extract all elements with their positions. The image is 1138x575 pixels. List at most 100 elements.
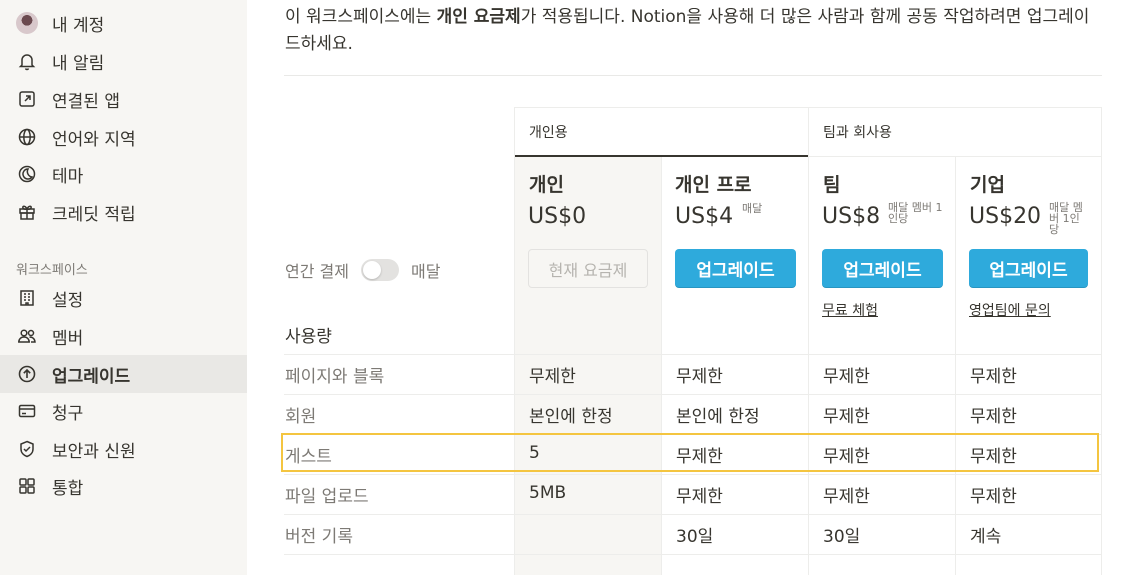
table-cell: 무제한 [823, 367, 870, 387]
plan-name-personal-pro: 개인 프로 [675, 174, 752, 196]
sidebar-item-billing[interactable]: 청구 [0, 392, 247, 430]
globe-icon [16, 126, 38, 148]
upgrade-enterprise-button[interactable]: 업그레이드 [969, 249, 1088, 288]
billing-annual-label: 연간 결제 [285, 262, 349, 281]
table-cell: 무제한 [970, 447, 1017, 467]
divider [284, 75, 1102, 76]
billing-monthly-label: 매달 [410, 262, 441, 281]
divider [1101, 107, 1102, 575]
table-cell: 계속 [970, 527, 1002, 547]
moon-icon [16, 163, 38, 185]
table-cell: 무제한 [823, 447, 870, 467]
credit-card-icon [16, 400, 38, 422]
active-group-underline [515, 155, 808, 157]
plan-unit-personal-pro: 매달 [742, 202, 763, 215]
plan-unit-enterprise: 매달 멤버 1인당 [1049, 201, 1083, 236]
sidebar-item-settings[interactable]: 설정 [0, 279, 247, 317]
plan-price-free: US$0 [528, 204, 587, 229]
table-cell: 5 [529, 443, 540, 463]
table-cell: 무제한 [823, 487, 870, 507]
sidebar-item-label: 청구 [52, 403, 84, 424]
table-cell: 본인에 한정 [529, 407, 613, 427]
divider [284, 474, 1102, 475]
table-cell: 5MB [529, 483, 567, 503]
row-label-version-history: 버전 기록 [285, 527, 353, 547]
table-cell: 30일 [823, 527, 861, 547]
billing-period-toggle: 연간 결제 매달 [285, 259, 440, 281]
sidebar-item-label: 멤버 [52, 328, 84, 349]
table-cell: 무제한 [676, 367, 723, 387]
plan-price-team: US$8 [822, 204, 881, 229]
sidebar-item-notifications[interactable]: 내 알림 [0, 42, 247, 80]
sidebar-item-connected-apps[interactable]: 연결된 앱 [0, 80, 247, 118]
group-tab-team[interactable]: 팀과 회사용 [823, 122, 892, 142]
intro-current-plan: 개인 요금제 [436, 7, 521, 27]
upgrade-personal-pro-button[interactable]: 업그레이드 [675, 249, 796, 288]
plan-name-free: 개인 [529, 174, 564, 196]
usage-section-title: 사용량 [285, 327, 332, 347]
divider [284, 354, 1102, 355]
row-label-guests: 게스트 [285, 447, 332, 467]
sidebar-item-theme[interactable]: 테마 [0, 155, 247, 193]
sidebar-item-label: 내 알림 [52, 53, 105, 74]
sidebar-item-label: 설정 [52, 290, 84, 311]
gift-icon [16, 201, 38, 223]
sidebar-item-label: 크레딧 적립 [52, 204, 136, 225]
table-cell: 무제한 [823, 407, 870, 427]
sidebar-item-label: 내 계정 [52, 15, 105, 36]
grid-icon [16, 475, 38, 497]
row-label-members: 회원 [285, 407, 317, 427]
divider [514, 107, 515, 575]
avatar [16, 12, 38, 34]
billing-toggle-switch[interactable] [360, 259, 399, 281]
sidebar-item-label: 언어와 지역 [52, 129, 136, 150]
sidebar-item-my-account[interactable]: 내 계정 [0, 4, 247, 42]
divider [284, 554, 1102, 555]
sidebar-item-security[interactable]: 보안과 신원 [0, 430, 247, 468]
sidebar-item-upgrade[interactable]: 업그레이드 [0, 355, 247, 393]
shield-icon [16, 438, 38, 460]
plan-price-personal-pro: US$4 [675, 204, 734, 229]
external-link-icon [16, 88, 38, 110]
table-cell: 무제한 [970, 407, 1017, 427]
contact-sales-link[interactable]: 영업팀에 문의 [969, 300, 1051, 320]
table-cell: 무제한 [676, 487, 723, 507]
upgrade-team-button[interactable]: 업그레이드 [822, 249, 943, 288]
divider [284, 514, 1102, 515]
settings-sidebar: 내 계정 내 알림 연결된 앱 언어와 지역 테마 크레딧 적립 워크스페이스 [0, 0, 247, 575]
divider [661, 156, 662, 575]
row-label-pages-blocks: 페이지와 블록 [285, 367, 385, 387]
table-cell: 무제한 [676, 447, 723, 467]
building-icon [16, 287, 38, 309]
current-plan-button: 현재 요금제 [528, 249, 648, 288]
plan-name-team: 팀 [823, 174, 841, 196]
table-cell: 무제한 [529, 367, 576, 387]
divider [514, 107, 1102, 108]
upgrade-arrow-icon [16, 363, 38, 385]
free-trial-link[interactable]: 무료 체험 [822, 300, 878, 320]
divider [808, 107, 809, 575]
table-cell: 무제한 [970, 367, 1017, 387]
sidebar-item-label: 연결된 앱 [52, 91, 120, 112]
row-label-file-upload: 파일 업로드 [285, 487, 369, 507]
sidebar-item-language-region[interactable]: 언어와 지역 [0, 118, 247, 156]
plan-intro-text: 이 워크스페이스에는 개인 요금제가 적용됩니다. Notion을 사용해 더 … [285, 4, 1105, 58]
sidebar-item-label: 테마 [52, 166, 84, 187]
intro-prefix: 이 워크스페이스에는 [285, 7, 437, 27]
table-cell: 본인에 한정 [676, 407, 760, 427]
sidebar-item-integrations[interactable]: 통합 [0, 467, 247, 505]
sidebar-item-label: 보안과 신원 [52, 441, 136, 462]
divider [284, 394, 1102, 395]
people-icon [16, 325, 38, 347]
sidebar-item-earn-credit[interactable]: 크레딧 적립 [0, 193, 247, 231]
bell-icon [16, 50, 38, 72]
table-cell: 무제한 [970, 487, 1017, 507]
sidebar-item-label: 통합 [52, 478, 84, 499]
plan-unit-team: 매달 멤버 1인당 [888, 201, 943, 225]
sidebar-item-members[interactable]: 멤버 [0, 317, 247, 355]
sidebar-item-label: 업그레이드 [52, 366, 131, 387]
plan-name-enterprise: 기업 [970, 174, 1005, 196]
table-cell: 30일 [676, 527, 714, 547]
group-tab-personal[interactable]: 개인용 [529, 122, 568, 142]
workspace-section-label: 워크스페이스 [16, 263, 88, 278]
